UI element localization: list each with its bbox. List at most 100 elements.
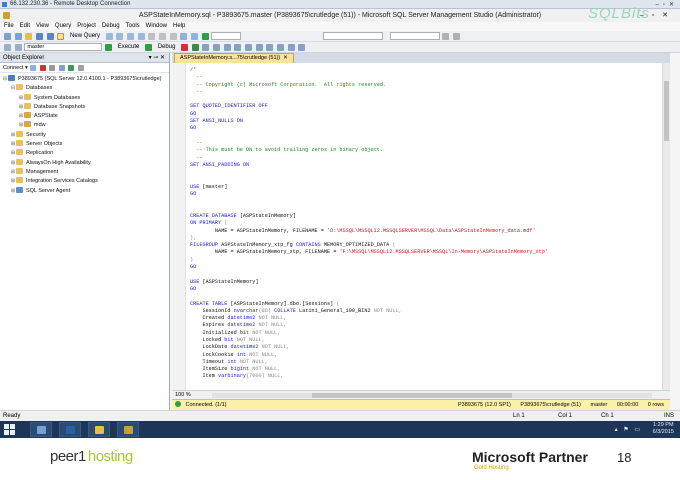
toolbox-icon[interactable] (453, 33, 461, 40)
taskbar-clock[interactable]: 1:29 PM 6/3/2015 (653, 422, 674, 436)
code-token: , (264, 358, 268, 365)
pin-close-icon[interactable]: ▾ ⊸ ✕ (149, 53, 165, 63)
outdent-icon[interactable] (298, 44, 306, 51)
stop-icon[interactable] (49, 65, 56, 71)
cut-icon[interactable] (148, 33, 156, 40)
menu-item-view[interactable]: View (36, 23, 49, 29)
indent-icon[interactable] (287, 44, 295, 51)
menu-item-edit[interactable]: Edit (20, 23, 30, 29)
disconnect-server-icon[interactable] (39, 65, 46, 71)
back-icon[interactable] (4, 33, 11, 40)
disconnect-icon[interactable] (14, 44, 22, 51)
debug-button[interactable]: Debug (158, 42, 176, 53)
powershell-taskbar-icon[interactable] (59, 422, 81, 437)
code-line: GO (190, 125, 548, 132)
undo-icon[interactable] (180, 33, 188, 40)
platform-select[interactable] (389, 32, 440, 40)
partner-level: Gold Hosting (474, 465, 509, 471)
tree-node[interactable]: ⊞ System Databases (0, 93, 169, 103)
tree-node[interactable]: ⊞ Integration Services Catalogs (0, 177, 169, 186)
start-button-icon[interactable] (4, 424, 15, 435)
connect-db-icon[interactable] (30, 65, 37, 71)
connect-button[interactable]: Connect ▾ (3, 65, 28, 71)
save-all-icon[interactable] (46, 33, 54, 40)
display-plan-icon[interactable] (202, 44, 210, 51)
refresh-icon[interactable] (68, 65, 75, 71)
activity-monitor-icon[interactable] (77, 65, 84, 71)
ssms-taskbar-icon[interactable] (117, 422, 139, 437)
code-token: bit (224, 336, 237, 343)
system-tray-icons[interactable]: ▴ ⚑ ▭ (615, 426, 642, 433)
tree-node[interactable]: ⊟ Databases (0, 84, 169, 93)
database-select[interactable]: master (24, 43, 103, 51)
horizontal-scroll-thumb[interactable] (312, 393, 512, 398)
query-dmx-icon[interactable] (137, 33, 145, 40)
query-editor: ASPStateInMemory.s...75\crutledge (51)) ✕… (172, 53, 670, 410)
cancel-query-icon[interactable] (181, 44, 189, 51)
code-editor[interactable]: /* -- -- Copyright (c) Microsoft Corpora… (172, 63, 662, 390)
parse-icon[interactable] (191, 44, 199, 51)
paste-icon[interactable] (169, 33, 177, 40)
code-token: .dbo.[Sessions] (286, 300, 334, 307)
menu-item-tools[interactable]: Tools (126, 23, 140, 29)
new-query-button[interactable]: New Query (70, 31, 100, 42)
horizontal-scrollbar[interactable] (212, 393, 652, 398)
start-icon[interactable] (201, 33, 209, 40)
results-file-icon[interactable] (255, 44, 263, 51)
folder-icon (16, 167, 23, 174)
tree-node[interactable]: ⊞ Security (0, 130, 169, 140)
tree-node[interactable]: ⊞ Management (0, 167, 169, 177)
code-line: Locked bit NOT NULL, (190, 337, 548, 344)
remote-desktop-title: 66.132.230.36 - Remote Desktop Connectio… (10, 1, 131, 7)
uncomment-icon[interactable] (277, 44, 285, 51)
query-analysis-icon[interactable] (116, 33, 124, 40)
code-line: SET ANSI_PADDING ON (190, 162, 548, 169)
change-connection-icon[interactable] (4, 44, 11, 51)
code-line: ON PRIMARY ( (190, 220, 548, 227)
find-box[interactable] (323, 32, 384, 40)
menu-item-query[interactable]: Query (55, 23, 71, 29)
tree-node[interactable]: ⊞ ASPState (0, 112, 169, 121)
include-plan-icon[interactable] (223, 44, 231, 51)
tree-node[interactable]: ⊞ mdw (0, 121, 169, 130)
code-line: NAME = ASPStateInMemory_xtp, FILENAME = … (190, 249, 548, 256)
properties-icon[interactable] (442, 33, 450, 40)
query-db-icon[interactable] (105, 33, 113, 40)
query-mdx-icon[interactable] (127, 33, 135, 40)
tab-aspstateinmemory[interactable]: ASPStateInMemory.s...75\crutledge (51)) ✕ (174, 53, 294, 63)
vertical-scrollbar[interactable] (662, 63, 670, 390)
tree-node[interactable]: ⊞ SQL Server Agent (0, 186, 169, 196)
redo-icon[interactable] (191, 33, 199, 40)
forward-icon[interactable] (14, 33, 22, 40)
explorer-taskbar-icon[interactable] (88, 422, 110, 437)
menu-item-help[interactable]: Help (173, 23, 185, 29)
comment-icon[interactable] (266, 44, 274, 51)
editor-zoom-bar: 100 % (172, 390, 670, 399)
close-tab-icon[interactable]: ✕ (283, 55, 288, 61)
copy-icon[interactable] (159, 33, 167, 40)
menu-item-debug[interactable]: Debug (102, 23, 120, 29)
filter-icon[interactable] (58, 65, 65, 71)
window-controls[interactable]: –▫✕ (640, 9, 676, 22)
results-text-icon[interactable] (234, 44, 242, 51)
tree-node[interactable]: ⊞ Server Objects (0, 140, 169, 149)
execute-button[interactable]: Execute (118, 42, 140, 53)
tree-node[interactable]: ⊞ AlwaysOn High Availability (0, 158, 169, 168)
code-token: , (283, 315, 287, 322)
menu-item-window[interactable]: Window (146, 23, 167, 29)
open-icon[interactable] (25, 33, 33, 40)
save-icon[interactable] (36, 33, 44, 40)
zoom-level[interactable]: 100 % (175, 392, 191, 398)
vertical-scroll-thumb[interactable] (664, 81, 669, 141)
solution-config-select[interactable] (211, 32, 242, 40)
query-designer-icon[interactable] (213, 44, 221, 51)
results-grid-icon[interactable] (245, 44, 253, 51)
tree-node[interactable]: ⊞ Database Snapshots (0, 102, 169, 112)
menu-item-file[interactable]: File (4, 23, 14, 29)
menu-item-project[interactable]: Project (77, 23, 96, 29)
code-token: (7000) (246, 373, 268, 380)
tree-node[interactable]: ⊟ P3893675 (SQL Server 12.0.4100.1 - P389… (0, 75, 169, 84)
tree-node[interactable]: ⊞ Replication (0, 149, 169, 158)
server-manager-taskbar-icon[interactable] (30, 422, 52, 437)
